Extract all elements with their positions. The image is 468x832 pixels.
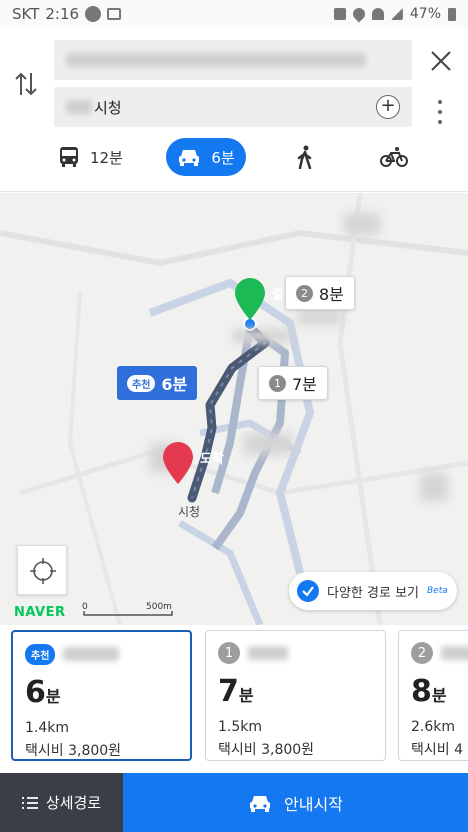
- battery-icon: [448, 7, 456, 21]
- signal-icon: [390, 8, 403, 20]
- list-icon: [21, 796, 38, 809]
- naver-logo: NAVER: [14, 605, 66, 620]
- route-card-2[interactable]: 2 8분 2.6km 택시비 4: [398, 630, 468, 761]
- route-distance: 1.4km: [25, 720, 70, 736]
- route-number-badge: 1: [269, 374, 286, 392]
- map-label-blurred: [298, 311, 342, 325]
- route-details-button[interactable]: 상세경로: [0, 773, 123, 832]
- bike-icon: [380, 147, 408, 167]
- my-location-button[interactable]: [17, 545, 67, 595]
- route-search-header: 시청 + 12분 6분: [0, 28, 468, 192]
- tab-bike[interactable]: [380, 138, 408, 176]
- various-routes-toggle[interactable]: 다양한 경로 보기 Beta: [289, 572, 457, 610]
- alt-route-2-bubble[interactable]: 2 8분: [285, 276, 355, 310]
- end-pin-icon: [163, 442, 193, 484]
- recommended-time: 6분: [161, 375, 188, 394]
- route-name-redacted: [248, 646, 288, 660]
- route-number-badge: 2: [411, 642, 433, 664]
- map-label-blurred: [244, 433, 292, 455]
- route-card-recommended[interactable]: 추천 6분 1.4km 택시비 3,800원: [11, 630, 192, 761]
- close-icon[interactable]: [428, 48, 454, 74]
- recommended-tag: 추천: [25, 643, 56, 665]
- start-navigation-button[interactable]: 안내시작: [123, 773, 468, 832]
- battery-level: 47%: [409, 6, 441, 22]
- taxi-fare: 택시비 3,800원: [218, 742, 315, 758]
- taxi-fare: 택시비 4: [411, 742, 463, 758]
- beta-badge: Beta: [427, 586, 448, 596]
- transit-time: 12분: [90, 148, 123, 167]
- various-routes-label: 다양한 경로 보기: [327, 585, 419, 601]
- add-waypoint-button[interactable]: +: [376, 95, 400, 119]
- alt-route-2-time: 8분: [319, 285, 344, 304]
- map-label-blurred: [420, 473, 448, 501]
- scale-zero: 0: [82, 602, 88, 612]
- mute-icon: [333, 8, 346, 20]
- notification-icon: [85, 6, 102, 22]
- start-field[interactable]: [54, 40, 412, 80]
- route-name-redacted: [63, 647, 120, 661]
- route-number-badge: 1: [218, 642, 240, 664]
- more-options-icon[interactable]: [436, 100, 444, 124]
- route-options-list: 추천 6분 1.4km 택시비 3,800원 1 7분 1.5km 택시비 3,…: [0, 625, 468, 773]
- status-bar: SKT 2:16 47%: [0, 0, 468, 28]
- tab-car[interactable]: 6분: [166, 138, 246, 176]
- route-distance: 2.6km: [411, 719, 456, 735]
- destination-field[interactable]: 시청 +: [54, 87, 412, 127]
- route-distance: 1.5km: [218, 719, 263, 735]
- end-pin-label: 도착: [200, 452, 224, 467]
- route-duration: 7분: [218, 674, 254, 709]
- tab-transit[interactable]: 12분: [58, 138, 123, 176]
- end-pin[interactable]: 도착: [161, 441, 224, 485]
- map-label-blurred: [232, 329, 292, 343]
- wifi-icon: [371, 8, 384, 20]
- route-duration: 6분: [25, 675, 61, 710]
- car-icon: [250, 795, 271, 812]
- start-navigation-label: 안내시작: [284, 794, 343, 814]
- route-details-label: 상세경로: [45, 794, 102, 812]
- transport-mode-tabs: 12분 6분: [0, 136, 468, 178]
- alt-route-1-time: 7분: [292, 375, 317, 394]
- clock: 2:16: [45, 5, 80, 23]
- place-label: 시청: [178, 505, 201, 519]
- route-map[interactable]: 출발 도착 시청 추천 6분 1 7분 2 8분 NAVER 0 500m 다양…: [0, 193, 468, 625]
- scale-label: 500m: [146, 602, 172, 612]
- recommended-route-bubble[interactable]: 추천 6분: [117, 366, 198, 400]
- crosshair-icon: [30, 558, 56, 584]
- taxi-fare: 택시비 3,800원: [25, 743, 122, 759]
- start-value-redacted: [66, 53, 366, 67]
- start-pin[interactable]: 출발: [233, 277, 296, 321]
- swap-icon[interactable]: [14, 70, 38, 98]
- destination-prefix-redacted: [66, 100, 92, 114]
- start-pin-icon: [235, 278, 265, 320]
- route-name-redacted: [441, 646, 468, 660]
- bus-icon: [60, 147, 78, 167]
- tab-walk[interactable]: [296, 138, 314, 176]
- check-icon: [297, 580, 319, 602]
- destination-text: 시청: [94, 98, 122, 117]
- car-icon: [179, 150, 200, 166]
- walk-icon: [297, 145, 312, 169]
- route-duration: 8분: [411, 674, 447, 709]
- route-number-badge: 2: [296, 284, 313, 302]
- alt-route-1-bubble[interactable]: 1 7분: [258, 366, 328, 400]
- location-icon: [350, 5, 368, 23]
- gallery-icon: [107, 8, 122, 20]
- car-time: 6분: [211, 148, 235, 167]
- map-background: [0, 193, 468, 625]
- carrier-label: SKT: [12, 5, 40, 23]
- recommended-tag: 추천: [127, 374, 156, 392]
- map-label-blurred: [344, 213, 380, 235]
- bottom-action-bar: 상세경로 안내시작: [0, 773, 468, 832]
- route-card-1[interactable]: 1 7분 1.5km 택시비 3,800원: [205, 630, 386, 761]
